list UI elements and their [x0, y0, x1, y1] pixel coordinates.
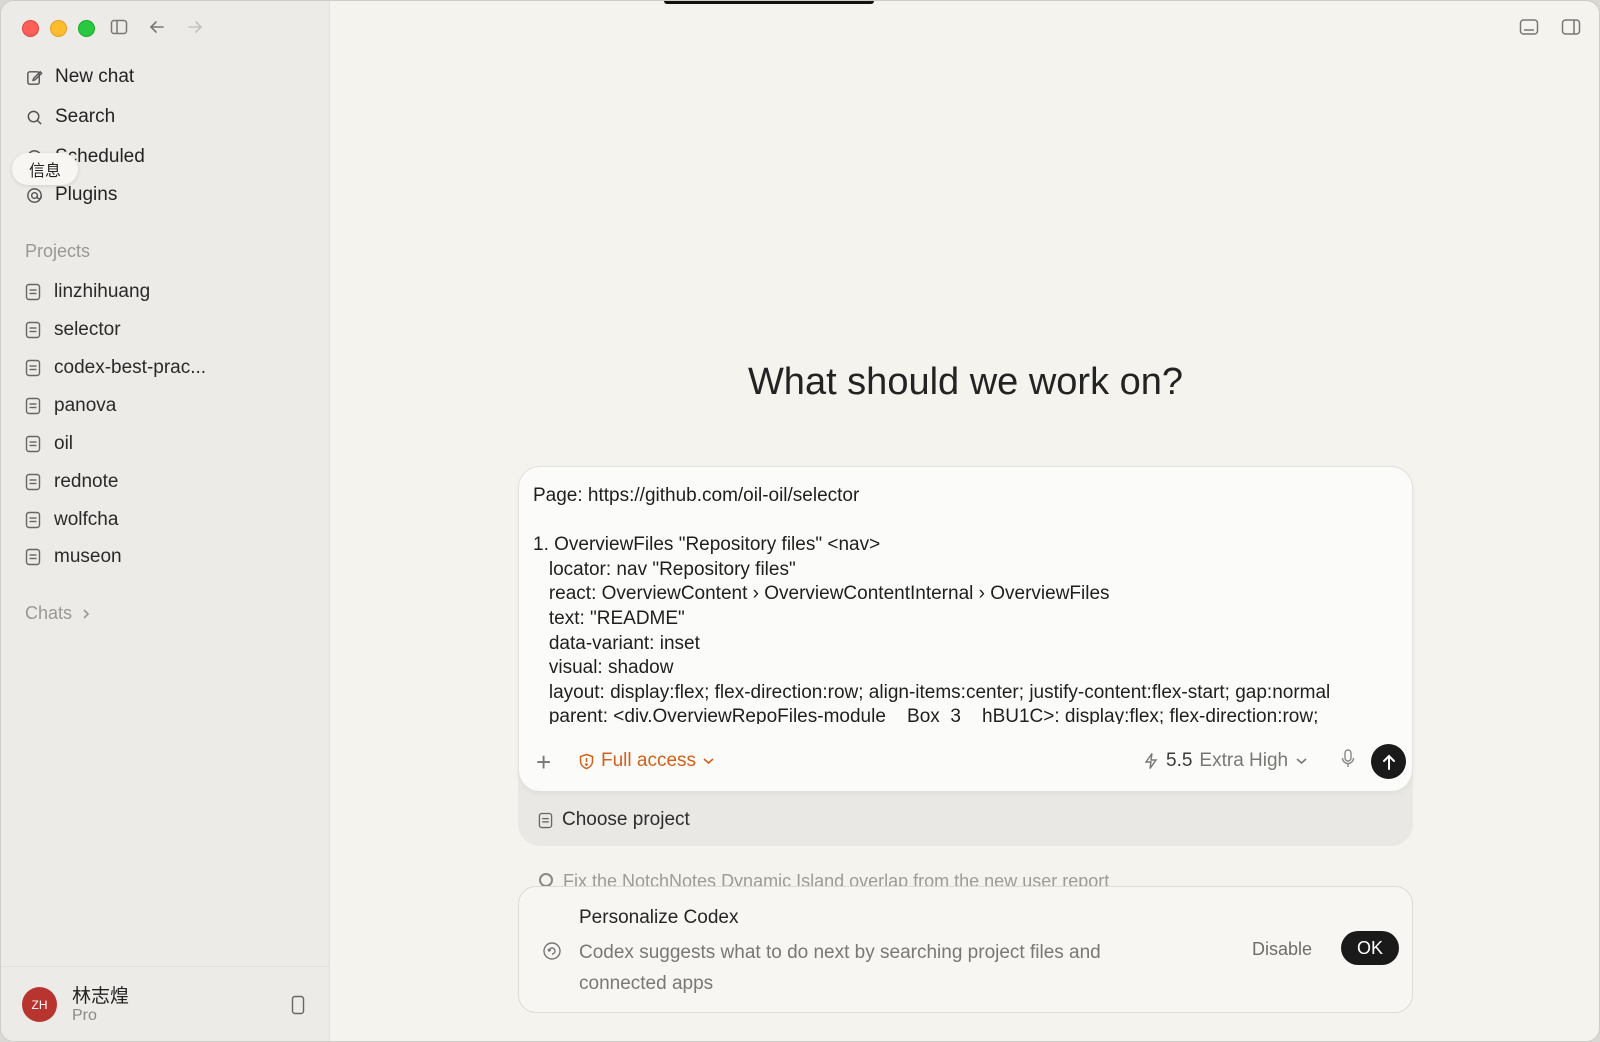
project-icon	[25, 511, 41, 529]
project-icon	[25, 283, 41, 301]
new-chat-icon	[27, 70, 43, 85]
minimize-window-button[interactable]	[50, 20, 67, 37]
search-button[interactable]: Search	[25, 103, 115, 131]
app-window: New chat Search Scheduled Plugins 信息 Pro…	[0, 0, 1600, 1042]
warning-icon	[579, 753, 594, 769]
model-selector[interactable]: 5.5 Extra High	[1143, 750, 1308, 772]
nav-label: Search	[55, 106, 116, 127]
add-attachment-button[interactable]: +	[536, 749, 551, 775]
suggestion-icon	[543, 942, 561, 960]
projects-heading: Projects	[25, 241, 91, 261]
back-arrow-icon[interactable]	[147, 17, 167, 37]
sidebar-toggle-icon[interactable]	[109, 17, 129, 37]
phone-icon[interactable]	[291, 995, 305, 1015]
card-title: Personalize Codex	[579, 907, 739, 928]
chevron-right-icon	[83, 608, 90, 619]
project-label: oil	[54, 433, 74, 454]
user-name: 林志煌	[72, 986, 130, 1007]
model-level: Extra High	[1199, 750, 1289, 771]
project-label: linzhihuang	[54, 281, 151, 302]
project-icon	[25, 397, 41, 415]
access-label: Full access	[601, 750, 697, 771]
project-item[interactable]: museon	[25, 543, 122, 571]
send-button[interactable]	[1371, 744, 1406, 779]
project-item[interactable]: wolfcha	[25, 506, 118, 534]
circle-icon	[539, 873, 553, 886]
prompt-input[interactable]: Page: https://github.com/oil-oil/selecto…	[533, 484, 1393, 724]
tooltip: 信息	[12, 153, 78, 185]
project-item[interactable]: selector	[25, 316, 121, 344]
composer-toolbar: + Full access 5.5 Extra High	[519, 733, 1412, 791]
new-chat-button[interactable]: New chat	[25, 63, 134, 91]
user-profile[interactable]: ZH 林志煌 Pro	[1, 966, 330, 1041]
page-title: What should we work on?	[747, 361, 1184, 403]
maximize-window-button[interactable]	[78, 20, 95, 37]
search-icon	[27, 110, 42, 125]
user-plan: Pro	[72, 1007, 97, 1024]
project-item[interactable]: oil	[25, 430, 73, 458]
camera-notch	[664, 1, 874, 4]
lightning-icon	[1144, 753, 1158, 769]
model-version: 5.5	[1166, 750, 1193, 771]
project-icon	[25, 359, 41, 377]
choose-project-button[interactable]: Choose project	[538, 809, 690, 831]
project-label: wolfcha	[54, 509, 119, 530]
card-description: Codex suggests what to do next by search…	[579, 942, 1101, 994]
suggested-task-label: Fix the NotchNotes Dynamic Island overla…	[563, 872, 1110, 886]
disable-button[interactable]: Disable	[1252, 939, 1312, 960]
access-mode-dropdown[interactable]: Full access	[578, 750, 715, 772]
project-label: museon	[54, 546, 122, 567]
project-icon	[25, 473, 41, 491]
project-icon	[25, 548, 41, 566]
close-window-button[interactable]	[22, 20, 39, 37]
project-item[interactable]: panova	[25, 392, 116, 420]
chats-label: Chats	[25, 603, 73, 623]
project-icon	[25, 435, 41, 453]
chevron-down-icon	[1296, 758, 1307, 765]
sidebar: New chat Search Scheduled Plugins 信息 Pro…	[1, 1, 330, 1041]
project-icon	[25, 321, 41, 339]
project-item[interactable]: codex-best-prac...	[25, 354, 206, 382]
project-label: selector	[54, 319, 121, 340]
main-toolbar	[1519, 18, 1581, 36]
terminal-panel-icon[interactable]	[1519, 18, 1539, 36]
plugins-button[interactable]: Plugins	[25, 181, 117, 209]
ok-button[interactable]: OK	[1341, 931, 1399, 965]
composer: Page: https://github.com/oil-oil/selecto…	[518, 466, 1413, 792]
at-icon	[27, 187, 42, 203]
suggested-task[interactable]: Fix the NotchNotes Dynamic Island overla…	[538, 872, 1109, 886]
project-label: panova	[54, 395, 117, 416]
personalize-card: Personalize Codex Codex suggests what to…	[518, 886, 1413, 1013]
nav-label: New chat	[55, 66, 135, 87]
sidebar-toolbar	[109, 17, 205, 37]
forward-arrow-icon[interactable]	[185, 17, 205, 37]
right-panel-icon[interactable]	[1561, 18, 1581, 36]
choose-project-label: Choose project	[562, 809, 690, 830]
project-item[interactable]: linzhihuang	[25, 278, 150, 306]
chats-heading[interactable]: Chats	[25, 603, 92, 624]
project-label: rednote	[54, 471, 119, 492]
nav-label: Plugins	[55, 184, 118, 205]
avatar: ZH	[22, 987, 57, 1022]
microphone-icon[interactable]	[1341, 748, 1355, 770]
window-controls	[22, 20, 95, 37]
project-icon	[538, 812, 553, 828]
arrow-up-icon	[1382, 754, 1395, 770]
chevron-down-icon	[703, 758, 714, 765]
project-label: codex-best-prac...	[54, 357, 207, 378]
project-item[interactable]: rednote	[25, 468, 118, 496]
